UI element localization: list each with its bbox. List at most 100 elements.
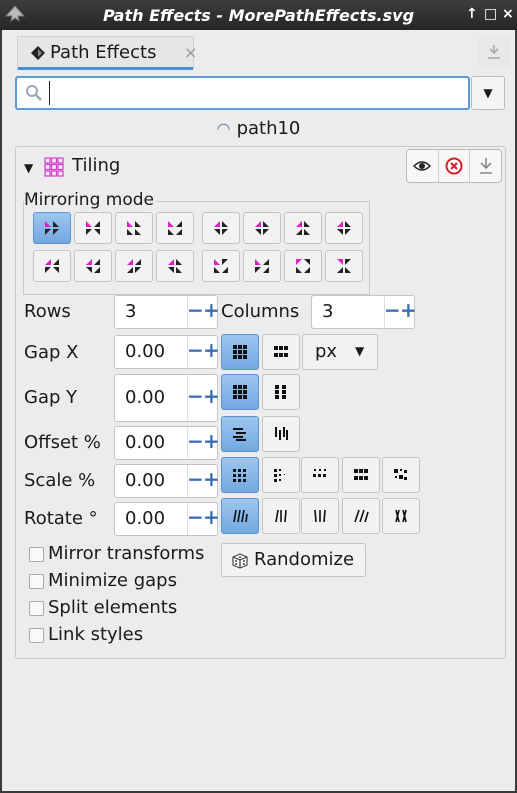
- rows-increment-icon[interactable]: +: [203, 298, 220, 322]
- rotate-uniform-icon: [233, 509, 248, 523]
- columns-spinbutton[interactable]: 3 − +: [311, 295, 417, 329]
- gap-y-increment-icon[interactable]: +: [203, 384, 220, 408]
- mirror-mode-icon: [45, 259, 59, 273]
- gap-y-mode-button-2[interactable]: [262, 374, 300, 410]
- columns-decrement-icon[interactable]: −: [384, 298, 401, 322]
- scale-value[interactable]: 0.00: [125, 470, 165, 491]
- toggle-visibility-button[interactable]: [407, 150, 439, 182]
- offset-increment-icon[interactable]: +: [203, 429, 220, 453]
- dock-menu-button[interactable]: [478, 36, 510, 68]
- tab-close-icon[interactable]: ×: [184, 43, 197, 62]
- rotate-mode-button-4[interactable]: [342, 498, 380, 534]
- mirror-mode-button-1[interactable]: [33, 212, 71, 244]
- mirror-mode-icon: [337, 259, 351, 273]
- rotate-mode-button-1[interactable]: [221, 498, 259, 534]
- mirror-mode-button-2[interactable]: [74, 212, 112, 244]
- link-styles-checkbox[interactable]: [29, 628, 44, 643]
- mirror-mode-icon: [127, 259, 141, 273]
- effect-menu-button[interactable]: [470, 150, 501, 182]
- rotate-both-icon: [354, 509, 369, 523]
- rotate-decrement-icon[interactable]: −: [187, 505, 204, 529]
- offset-rows-button[interactable]: [221, 416, 259, 452]
- expand-triangle-icon[interactable]: ▼: [24, 161, 33, 175]
- rotate-spinbutton[interactable]: 0.00 − +: [114, 502, 220, 536]
- rotate-mode-button-3[interactable]: [301, 498, 339, 534]
- offset-decrement-icon[interactable]: −: [187, 429, 204, 453]
- remove-effect-button[interactable]: [439, 150, 471, 182]
- mirror-mode-button-5[interactable]: [202, 212, 240, 244]
- search-input[interactable]: [49, 81, 459, 105]
- rows-decrement-icon[interactable]: −: [187, 298, 204, 322]
- gap-x-increment-icon[interactable]: +: [203, 338, 220, 362]
- mirror-mode-button-16[interactable]: [325, 250, 363, 282]
- search-dropdown-button[interactable]: ▼: [471, 76, 505, 110]
- gap-x-spinbutton[interactable]: 0.00 − +: [114, 335, 220, 369]
- grid-gap-icon: [233, 345, 247, 359]
- rotate-value[interactable]: 0.00: [125, 508, 165, 529]
- gap-y-mode-button-1[interactable]: [221, 374, 259, 410]
- rotate-columns-icon: [314, 509, 326, 523]
- mirror-transforms-checkbox[interactable]: [29, 547, 44, 562]
- tab-path-effects[interactable]: Path Effects ×: [17, 36, 197, 70]
- gap-y-decrement-icon[interactable]: −: [187, 384, 204, 408]
- mirror-mode-button-8[interactable]: [325, 212, 363, 244]
- offset-columns-button[interactable]: [262, 416, 300, 452]
- rotate-mode-button-5[interactable]: [382, 498, 420, 534]
- minimize-gaps-checkbox[interactable]: [29, 574, 44, 589]
- scale-mode-button-1[interactable]: [221, 457, 259, 493]
- rotate-mode-button-2[interactable]: [262, 498, 300, 534]
- effect-search-box[interactable]: [15, 76, 470, 110]
- scale-random-icon: [394, 469, 407, 480]
- scale-spinbutton[interactable]: 0.00 − +: [114, 464, 220, 498]
- mirror-mode-icon: [255, 221, 269, 235]
- minimize-gaps-label[interactable]: Minimize gaps: [48, 570, 177, 591]
- mirror-mode-button-12[interactable]: [156, 250, 194, 282]
- scale-mode-button-3[interactable]: [301, 457, 339, 493]
- path-effects-icon: [31, 46, 45, 60]
- mirror-transforms-label[interactable]: Mirror transforms: [48, 543, 204, 564]
- gap-x-decrement-icon[interactable]: −: [187, 338, 204, 362]
- rows-spinbutton[interactable]: 3 − +: [114, 295, 220, 329]
- gap-x-mode-button-2[interactable]: [262, 334, 300, 370]
- scale-columns-icon: [313, 469, 326, 477]
- gap-x-mode-button-1[interactable]: [221, 334, 259, 370]
- split-elements-label[interactable]: Split elements: [48, 597, 177, 618]
- mirror-mode-icon: [337, 221, 351, 235]
- maximize-button[interactable]: □: [484, 6, 497, 22]
- columns-increment-icon[interactable]: +: [400, 298, 417, 322]
- scale-increment-icon[interactable]: +: [203, 467, 220, 491]
- mirror-mode-button-7[interactable]: [284, 212, 322, 244]
- rotate-rows-icon: [275, 509, 287, 523]
- mirror-mode-button-9[interactable]: [33, 250, 71, 282]
- link-styles-label[interactable]: Link styles: [48, 624, 143, 645]
- close-window-button[interactable]: ×: [502, 6, 514, 22]
- mirror-mode-button-6[interactable]: [243, 212, 281, 244]
- scale-mode-button-5[interactable]: [382, 457, 420, 493]
- rotate-increment-icon[interactable]: +: [203, 505, 220, 529]
- pin-window-button[interactable]: ↑: [466, 6, 478, 22]
- gap-y-value[interactable]: 0.00: [125, 387, 165, 408]
- mirror-mode-button-10[interactable]: [74, 250, 112, 282]
- effect-header-buttons: [406, 149, 502, 183]
- mirror-mode-button-3[interactable]: [115, 212, 153, 244]
- split-elements-checkbox[interactable]: [29, 601, 44, 616]
- mirror-mode-button-4[interactable]: [156, 212, 194, 244]
- target-path-label: path10: [236, 118, 301, 139]
- randomize-button[interactable]: Randomize: [221, 543, 366, 577]
- gap-x-value[interactable]: 0.00: [125, 341, 165, 362]
- offset-value[interactable]: 0.00: [125, 432, 165, 453]
- mirror-mode-button-15[interactable]: [284, 250, 322, 282]
- mirror-mode-button-14[interactable]: [243, 250, 281, 282]
- scale-mode-button-2[interactable]: [262, 457, 300, 493]
- tab-active-indicator: [18, 67, 193, 70]
- scale-mode-button-4[interactable]: [342, 457, 380, 493]
- gap-y-spinbutton[interactable]: 0.00 − +: [114, 374, 220, 422]
- unit-select[interactable]: px ▼: [302, 334, 378, 370]
- rows-value[interactable]: 3: [125, 301, 136, 322]
- offset-spinbutton[interactable]: 0.00 − +: [114, 426, 220, 460]
- scale-label: Scale %: [24, 470, 96, 491]
- mirror-mode-button-13[interactable]: [202, 250, 240, 282]
- scale-decrement-icon[interactable]: −: [187, 467, 204, 491]
- columns-value[interactable]: 3: [322, 301, 333, 322]
- mirror-mode-button-11[interactable]: [115, 250, 153, 282]
